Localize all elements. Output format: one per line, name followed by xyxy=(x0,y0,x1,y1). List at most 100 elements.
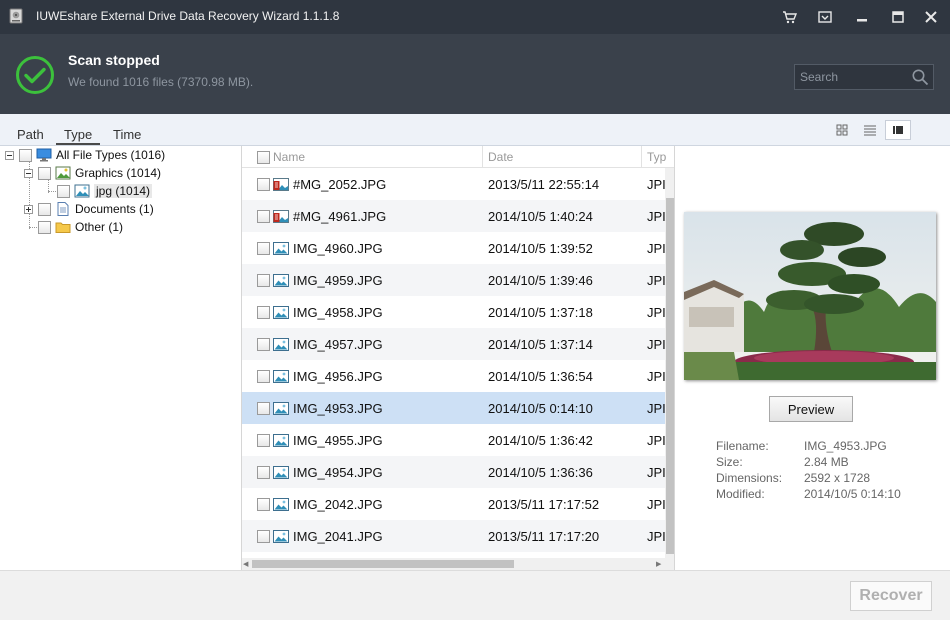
tree-item-other[interactable]: Other (1) xyxy=(38,218,123,236)
active-tab-indicator xyxy=(56,143,100,145)
maximize-button[interactable] xyxy=(889,8,907,26)
recover-button[interactable]: Recover xyxy=(850,581,932,611)
column-date[interactable]: Date xyxy=(488,150,513,164)
close-button[interactable] xyxy=(922,8,940,26)
file-type-tree: All File Types (1016) Graphics (1014) jp… xyxy=(0,146,242,570)
tab-time[interactable]: Time xyxy=(113,127,141,142)
file-type: JPI xyxy=(647,465,666,480)
checkbox[interactable] xyxy=(38,220,51,234)
preview-view-button[interactable] xyxy=(885,120,911,140)
window-title: IUWEshare External Drive Data Recovery W… xyxy=(36,9,340,23)
search-icon[interactable] xyxy=(911,68,929,86)
row-checkbox[interactable] xyxy=(257,210,270,223)
tab-path[interactable]: Path xyxy=(17,127,44,142)
tree-item-jpg[interactable]: jpg (1014) xyxy=(57,182,153,200)
row-checkbox[interactable] xyxy=(257,498,270,511)
cart-icon xyxy=(783,11,798,24)
scroll-right-icon[interactable]: ▶ xyxy=(656,560,661,568)
preview-panel: Preview Filename: IMG_4953.JPG Size: 2.8… xyxy=(675,146,950,570)
image-icon xyxy=(273,338,289,351)
row-checkbox[interactable] xyxy=(257,530,270,543)
checkbox[interactable] xyxy=(57,184,70,198)
meta-value-modified: 2014/10/5 0:14:10 xyxy=(804,487,901,501)
file-name: IMG_2042.JPG xyxy=(293,497,383,512)
scroll-left-icon[interactable]: ◀ xyxy=(243,560,248,568)
grid-view-button[interactable] xyxy=(829,120,855,140)
tree-item-documents[interactable]: Documents (1) xyxy=(24,200,154,218)
row-checkbox[interactable] xyxy=(257,402,270,415)
scroll-thumb[interactable] xyxy=(252,560,514,568)
image-icon xyxy=(273,306,289,319)
collapse-toggle[interactable] xyxy=(5,150,14,160)
image-icon xyxy=(273,242,289,255)
row-checkbox[interactable] xyxy=(257,434,270,447)
file-row[interactable]: IMG_4958.JPG 2014/10/5 1:37:18 JPI xyxy=(242,296,666,328)
file-date: 2013/5/11 17:17:20 xyxy=(488,529,600,544)
row-checkbox[interactable] xyxy=(257,274,270,287)
file-row[interactable]: IMG_4956.JPG 2014/10/5 1:36:54 JPI xyxy=(242,360,666,392)
row-checkbox[interactable] xyxy=(257,242,270,255)
column-type[interactable]: Typ xyxy=(647,150,666,164)
file-row[interactable]: IMG_4955.JPG 2014/10/5 1:36:42 JPI xyxy=(242,424,666,456)
file-row[interactable]: IMG_2042.JPG 2013/5/11 17:17:52 JPI xyxy=(242,488,666,520)
file-name: #MG_4961.JPG xyxy=(293,209,387,224)
tab-type[interactable]: Type xyxy=(64,127,92,142)
checkbox[interactable] xyxy=(19,148,32,162)
column-name[interactable]: Name xyxy=(273,150,305,164)
search-box[interactable] xyxy=(794,64,934,90)
close-icon xyxy=(925,11,937,23)
image-icon xyxy=(273,498,289,511)
column-divider xyxy=(641,146,642,168)
file-row[interactable]: IMG_4954.JPG 2014/10/5 1:36:36 JPI xyxy=(242,456,666,488)
scroll-thumb[interactable] xyxy=(666,198,674,554)
file-row[interactable]: IMG_4957.JPG 2014/10/5 1:37:14 JPI xyxy=(242,328,666,360)
file-name: IMG_4960.JPG xyxy=(293,241,383,256)
file-name: IMG_4959.JPG xyxy=(293,273,383,288)
meta-label: Modified: xyxy=(716,487,765,501)
minimize-icon xyxy=(857,19,867,22)
image-icon xyxy=(273,370,289,383)
horizontal-scrollbar[interactable]: ◀ ▶ xyxy=(242,558,665,570)
row-checkbox[interactable] xyxy=(257,306,270,319)
title-bar: IUWEshare External Drive Data Recovery W… xyxy=(0,0,950,34)
list-view-button[interactable] xyxy=(857,120,883,140)
folder-icon xyxy=(55,222,71,233)
file-date: 2013/5/11 17:17:52 xyxy=(488,497,600,512)
checkbox[interactable] xyxy=(38,166,51,180)
file-list: Name Date Typ #MG_2052.JPG 2013/5/11 22:5… xyxy=(242,146,675,570)
file-type: JPI xyxy=(647,209,666,224)
tree-label: jpg (1014) xyxy=(94,184,153,198)
cart-button[interactable] xyxy=(781,8,799,26)
file-row[interactable]: #MG_4961.JPG 2014/10/5 1:40:24 JPI xyxy=(242,200,666,232)
collapse-toggle[interactable] xyxy=(24,168,33,178)
file-row[interactable]: IMG_4959.JPG 2014/10/5 1:39:46 JPI xyxy=(242,264,666,296)
row-checkbox[interactable] xyxy=(257,338,270,351)
preview-button[interactable]: Preview xyxy=(769,396,853,422)
register-icon xyxy=(818,11,832,23)
tree-item-all-file-types[interactable]: All File Types (1016) xyxy=(5,146,165,164)
deleted-image-icon xyxy=(273,210,289,223)
tree-label: Graphics (1014) xyxy=(75,166,162,180)
search-input[interactable] xyxy=(795,65,907,89)
register-button[interactable] xyxy=(816,8,834,26)
image-icon xyxy=(273,274,289,287)
checkbox[interactable] xyxy=(38,202,51,216)
file-row[interactable]: #MG_2052.JPG 2013/5/11 22:55:14 JPI xyxy=(242,168,666,200)
column-divider xyxy=(482,146,483,168)
file-name: IMG_4954.JPG xyxy=(293,465,383,480)
file-row[interactable]: IMG_4953.JPG 2014/10/5 0:14:10 JPI xyxy=(242,392,666,424)
row-checkbox[interactable] xyxy=(257,178,270,191)
row-checkbox[interactable] xyxy=(257,466,270,479)
image-icon xyxy=(273,402,289,415)
photo-thumbnail xyxy=(684,212,936,380)
tree-item-graphics[interactable]: Graphics (1014) xyxy=(24,164,161,182)
vertical-scrollbar[interactable] xyxy=(665,168,674,570)
file-row[interactable]: IMG_2041.JPG 2013/5/11 17:17:20 JPI xyxy=(242,520,666,552)
row-checkbox[interactable] xyxy=(257,370,270,383)
file-row[interactable]: IMG_4960.JPG 2014/10/5 1:39:52 JPI xyxy=(242,232,666,264)
file-date: 2014/10/5 1:40:24 xyxy=(488,209,593,224)
tab-bar: Path Type Time xyxy=(0,114,950,146)
expand-toggle[interactable] xyxy=(24,204,33,214)
select-all-checkbox[interactable] xyxy=(257,151,270,164)
minimize-button[interactable] xyxy=(853,8,871,26)
